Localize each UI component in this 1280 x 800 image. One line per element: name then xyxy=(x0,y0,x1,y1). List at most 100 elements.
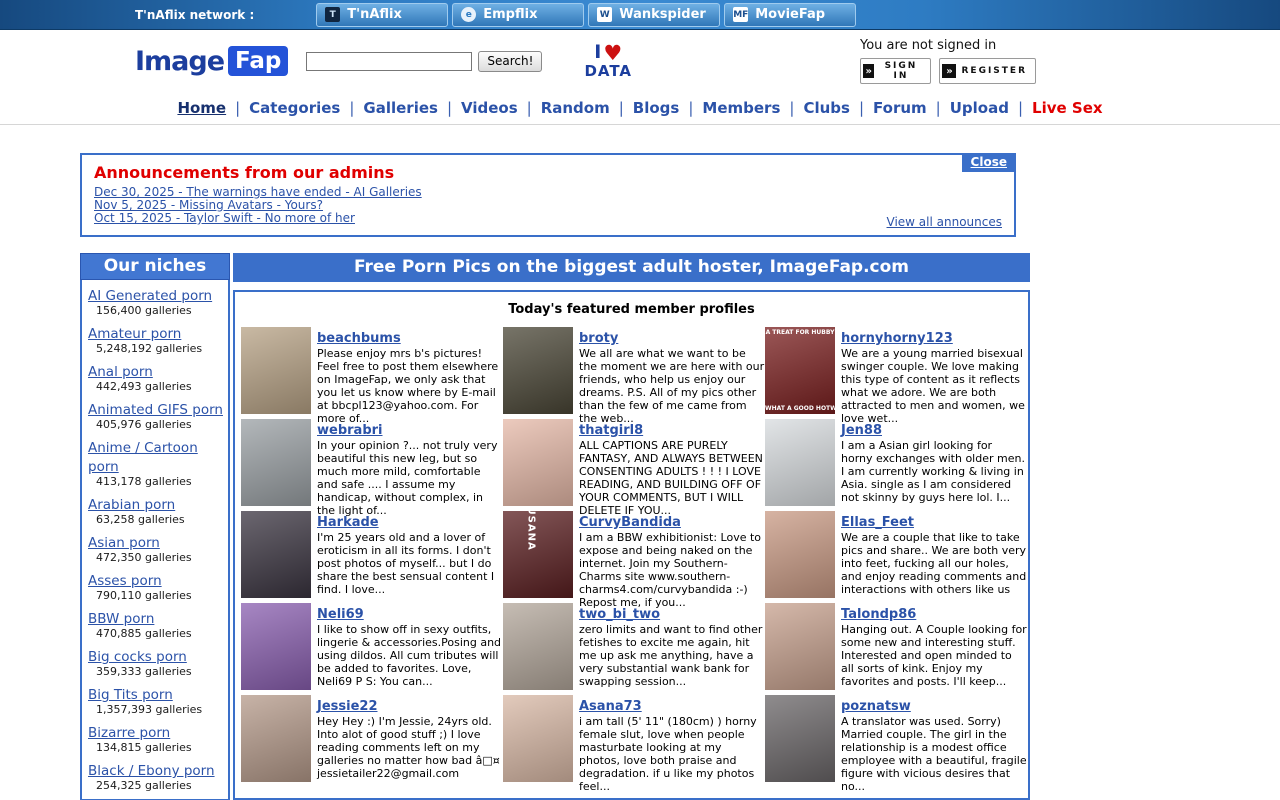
auth-area: You are not signed in » SIGN IN » REGIST… xyxy=(860,38,1036,84)
nav-videos[interactable]: Videos xyxy=(461,99,518,117)
profile-thumbnail[interactable] xyxy=(765,695,835,782)
profile-thumbnail[interactable] xyxy=(241,603,311,690)
profile-thumbnail[interactable] xyxy=(765,419,835,506)
profile-description: Hey Hey :) I'm Jessie, 24yrs old. Into a… xyxy=(317,715,503,780)
site-logo[interactable]: Image Fap xyxy=(135,46,288,77)
logo-text-image: Image xyxy=(135,46,224,77)
profile-description: zero limits and want to find other fetis… xyxy=(579,623,765,688)
profile-username-link[interactable]: poznatsw xyxy=(841,699,911,714)
network-site-empflix[interactable]: e Empflix xyxy=(452,3,584,27)
profile-username-link[interactable]: Asana73 xyxy=(579,699,642,714)
profile-username-link[interactable]: Ellas_Feet xyxy=(841,515,914,530)
nav-forum[interactable]: Forum xyxy=(873,99,927,117)
niche-link[interactable]: AI Generated porn xyxy=(88,288,212,304)
profile-description: We all are what we want to be the moment… xyxy=(579,347,765,425)
profile-username-link[interactable]: broty xyxy=(579,331,618,346)
i-love-data-logo[interactable]: I ♥ DATA xyxy=(584,43,632,79)
nav-separator: | xyxy=(349,99,354,117)
niche-gallery-count: 413,178 galleries xyxy=(96,475,224,488)
profile-username-link[interactable]: Jessie22 xyxy=(317,699,378,714)
niche-link[interactable]: Anime / Cartoon porn xyxy=(88,440,198,475)
profile-description: I like to show off in sexy outfits, ling… xyxy=(317,623,503,688)
niche-item: Arabian porn63,258 galleries xyxy=(88,494,224,526)
niche-link[interactable]: Asian porn xyxy=(88,535,160,551)
niche-gallery-count: 442,493 galleries xyxy=(96,380,224,393)
member-profile: broty We all are what we want to be the … xyxy=(503,327,765,419)
nav-live-sex[interactable]: Live Sex xyxy=(1032,99,1103,117)
thumbnail-caption: A TREAT FOR HUBBY xyxy=(765,329,835,336)
profile-username-link[interactable]: CurvyBandida xyxy=(579,515,681,530)
niche-link[interactable]: Animated GIFS porn xyxy=(88,402,223,418)
arrow-icon: » xyxy=(863,64,874,78)
niche-link[interactable]: Black / Ebony porn xyxy=(88,763,215,779)
profile-thumbnail[interactable] xyxy=(503,603,573,690)
nav-home[interactable]: Home xyxy=(177,99,226,117)
search-button[interactable]: Search! xyxy=(478,51,542,72)
profile-thumbnail[interactable] xyxy=(765,603,835,690)
profile-username-link[interactable]: beachbums xyxy=(317,331,401,346)
nav-categories[interactable]: Categories xyxy=(249,99,340,117)
register-button[interactable]: » REGISTER xyxy=(939,58,1036,84)
profile-thumbnail[interactable] xyxy=(503,419,573,506)
niche-gallery-count: 63,258 galleries xyxy=(96,513,224,526)
niche-gallery-count: 470,885 galleries xyxy=(96,627,224,640)
profile-thumbnail[interactable] xyxy=(503,327,573,414)
network-site-wankspider[interactable]: W Wankspider xyxy=(588,3,720,27)
nav-galleries[interactable]: Galleries xyxy=(363,99,438,117)
profile-username-link[interactable]: Harkade xyxy=(317,515,379,530)
member-profile: two_bi_two zero limits and want to find … xyxy=(503,603,765,695)
niche-link[interactable]: Asses porn xyxy=(88,573,162,589)
network-bar-label: T'nAflix network : xyxy=(135,8,254,22)
network-site-tnaflix[interactable]: T T'nAflix xyxy=(316,3,448,27)
nav-upload[interactable]: Upload xyxy=(950,99,1009,117)
profile-thumbnail[interactable] xyxy=(241,327,311,414)
niche-link[interactable]: Big cocks porn xyxy=(88,649,187,665)
logo-text-fap: Fap xyxy=(228,46,288,76)
network-site-label: Empflix xyxy=(483,7,537,22)
view-all-announces-link[interactable]: View all announces xyxy=(887,215,1002,229)
register-label: REGISTER xyxy=(961,66,1027,76)
profile-thumbnail[interactable]: SUSANA xyxy=(503,511,573,598)
niche-link[interactable]: BBW porn xyxy=(88,611,154,627)
profile-username-link[interactable]: Jen88 xyxy=(841,423,882,438)
nav-random[interactable]: Random xyxy=(541,99,610,117)
profile-username-link[interactable]: two_bi_two xyxy=(579,607,660,622)
profile-username-link[interactable]: Talondp86 xyxy=(841,607,916,622)
niche-item: Bizarre porn134,815 galleries xyxy=(88,722,224,754)
profile-username-link[interactable]: webrabri xyxy=(317,423,383,438)
member-profile: poznatsw A translator was used. Sorry) M… xyxy=(765,695,1027,787)
profile-thumbnail[interactable] xyxy=(241,695,311,782)
niche-gallery-count: 790,110 galleries xyxy=(96,589,224,602)
announcements-title: Announcements from our admins xyxy=(94,163,1002,182)
nav-clubs[interactable]: Clubs xyxy=(803,99,850,117)
moviefap-icon: MF xyxy=(733,7,748,22)
niche-link[interactable]: Bizarre porn xyxy=(88,725,170,741)
profile-thumbnail[interactable] xyxy=(765,511,835,598)
nav-blogs[interactable]: Blogs xyxy=(633,99,680,117)
member-profile: Jessie22 Hey Hey :) I'm Jessie, 24yrs ol… xyxy=(241,695,503,787)
profile-thumbnail[interactable] xyxy=(503,695,573,782)
nav-separator: | xyxy=(1018,99,1023,117)
profile-username-link[interactable]: thatgirl8 xyxy=(579,423,643,438)
niche-link[interactable]: Arabian porn xyxy=(88,497,175,513)
network-site-moviefap[interactable]: MF MovieFap xyxy=(724,3,856,27)
member-profile: Jen88 I am a Asian girl looking for horn… xyxy=(765,419,1027,511)
profile-thumbnail[interactable] xyxy=(241,419,311,506)
search-input[interactable] xyxy=(306,52,472,71)
profile-thumbnail[interactable] xyxy=(241,511,311,598)
sign-in-label: SIGN IN xyxy=(879,61,922,81)
niche-gallery-count: 472,350 galleries xyxy=(96,551,224,564)
thumbnail-caption: SUSANA xyxy=(526,511,537,567)
niche-link[interactable]: Anal porn xyxy=(88,364,153,380)
sign-in-button[interactable]: » SIGN IN xyxy=(860,58,931,84)
profile-username-link[interactable]: Neli69 xyxy=(317,607,364,622)
profile-username-link[interactable]: hornyhorny123 xyxy=(841,331,953,346)
network-site-buttons: T T'nAflix e Empflix W Wankspider MF Mov… xyxy=(316,3,856,27)
niche-link[interactable]: Amateur porn xyxy=(88,326,181,342)
niche-link[interactable]: Big Tits porn xyxy=(88,687,173,703)
close-button[interactable]: Close xyxy=(962,153,1016,172)
profile-thumbnail[interactable]: A TREAT FOR HUBBY WHAT A GOOD HOTWIFE xyxy=(765,327,835,414)
tnaflix-icon: T xyxy=(325,7,340,22)
announcement-link[interactable]: Oct 15, 2025 - Taylor Swift - No more of… xyxy=(94,212,1002,225)
nav-members[interactable]: Members xyxy=(702,99,780,117)
